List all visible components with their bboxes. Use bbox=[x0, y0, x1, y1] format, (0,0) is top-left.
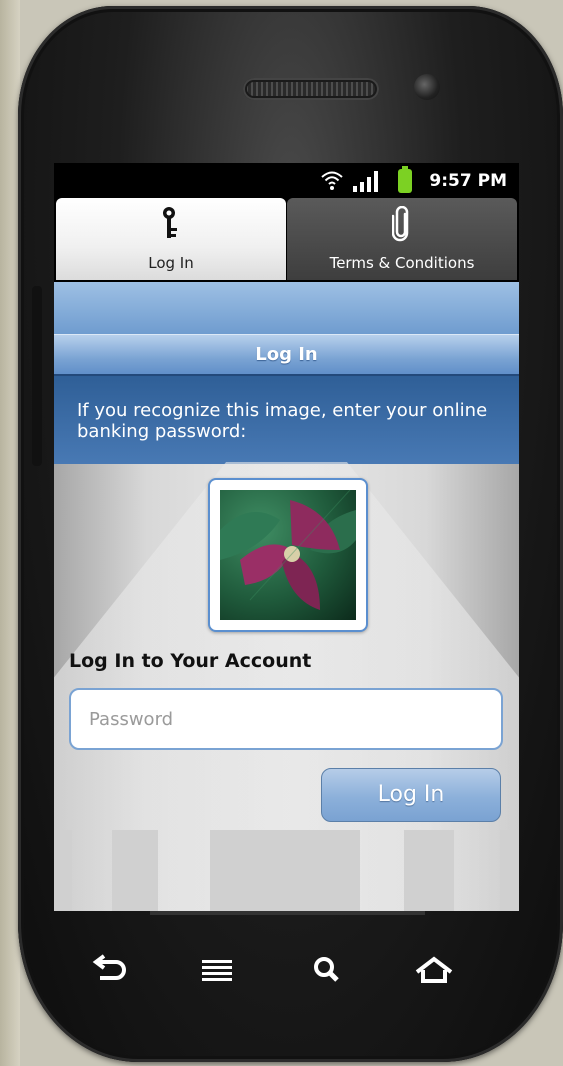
page-title: Log In bbox=[54, 334, 519, 375]
phone-screen: 9:57 PM Log In Terms & Conditions Log In… bbox=[54, 163, 519, 911]
info-panel: If you recognize this image, enter your … bbox=[54, 374, 519, 464]
flower-image bbox=[220, 490, 356, 620]
header-band bbox=[54, 282, 519, 334]
log-in-button[interactable]: Log In bbox=[321, 768, 501, 822]
nav-bar bbox=[54, 930, 519, 1000]
home-icon[interactable] bbox=[409, 950, 459, 990]
screen-edge bbox=[150, 911, 425, 915]
login-content: Log In If you recognize this image, ente… bbox=[54, 282, 519, 911]
wifi-icon bbox=[321, 171, 343, 190]
status-time: 9:57 PM bbox=[429, 171, 507, 191]
menu-icon[interactable] bbox=[194, 950, 244, 990]
search-icon[interactable] bbox=[302, 950, 352, 990]
tab-label: Terms & Conditions bbox=[329, 254, 475, 272]
back-icon[interactable] bbox=[84, 950, 134, 990]
tab-log-in[interactable]: Log In bbox=[56, 198, 286, 280]
volume-button bbox=[32, 286, 42, 466]
tab-bar: Log In Terms & Conditions bbox=[54, 198, 519, 282]
password-input[interactable] bbox=[69, 688, 503, 750]
info-text: If you recognize this image, enter your … bbox=[77, 400, 488, 442]
tab-terms-conditions[interactable]: Terms & Conditions bbox=[287, 198, 517, 280]
pillars-decoration bbox=[54, 830, 519, 911]
login-heading: Log In to Your Account bbox=[69, 650, 312, 672]
front-camera bbox=[414, 74, 440, 100]
background-strip bbox=[0, 0, 20, 1066]
security-image bbox=[208, 478, 368, 632]
tab-label: Log In bbox=[148, 254, 194, 272]
paperclip-icon bbox=[392, 206, 409, 242]
earpiece-speaker bbox=[243, 78, 379, 100]
signal-icon bbox=[353, 171, 378, 192]
status-bar: 9:57 PM bbox=[54, 163, 519, 198]
key-icon bbox=[163, 207, 177, 238]
battery-icon bbox=[398, 166, 412, 193]
